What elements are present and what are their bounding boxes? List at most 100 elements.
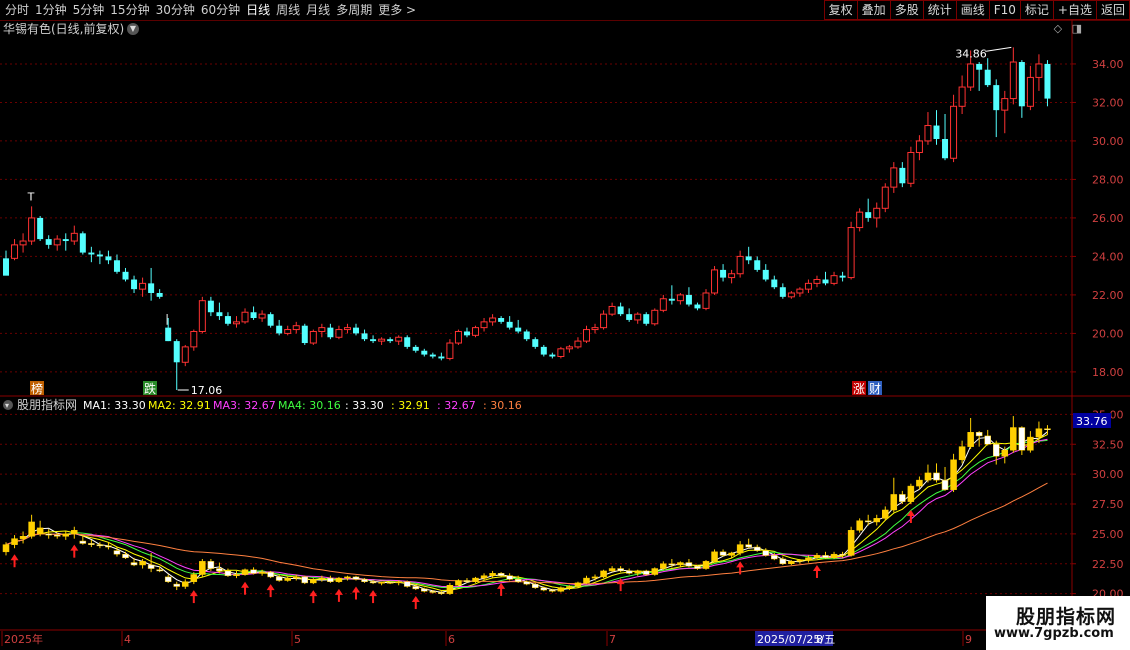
candle-body-up[interactable] [1026,76,1034,107]
candle-body-up[interactable] [608,305,616,315]
candle-body-up[interactable] [676,294,684,302]
indicator-candle-body[interactable] [702,561,710,569]
candle-body-down[interactable] [933,125,940,140]
candle-body-down[interactable] [62,239,69,242]
diamond-icon[interactable]: ◇ [1054,22,1062,35]
indicator-candle-body[interactable] [736,544,744,554]
indicator-candle-body[interactable] [984,435,991,445]
candle-body-up[interactable] [480,321,488,329]
candle-body-down[interactable] [173,341,180,363]
indicator-candle-body[interactable] [190,574,198,582]
candle-body-down[interactable] [839,275,846,278]
candle-body-down[interactable] [216,312,223,317]
candle-body-up[interactable] [565,346,573,350]
candle-body-up[interactable] [591,327,599,331]
candle-body-up[interactable] [395,336,403,342]
indicator-candle-body[interactable] [566,586,573,588]
indicator-candle-body[interactable] [386,582,394,584]
candle-body-up[interactable] [557,348,565,358]
candle-body-up[interactable] [454,330,462,344]
indicator-candle-body[interactable] [45,533,52,536]
indicator-candle-body[interactable] [711,551,718,562]
indicator-candle-body[interactable] [182,581,189,587]
indicator-candle-body[interactable] [489,573,496,576]
candle-body-down[interactable] [276,325,283,334]
candle-body-down[interactable] [96,254,103,257]
candle-body-up[interactable] [813,279,821,284]
indicator-candle-body[interactable] [275,576,283,581]
candle-body-down[interactable] [976,63,983,70]
candle-body-up[interactable] [967,63,975,88]
indicator-candle-body[interactable] [916,479,923,487]
indicator-candle-body[interactable] [318,577,326,580]
indicator-candle-body[interactable] [105,545,112,548]
indicator-candle-body[interactable] [796,559,804,562]
indicator-candle-body[interactable] [958,446,966,461]
indicator-candle-body[interactable] [301,576,309,584]
candle-body-up[interactable] [600,313,608,329]
candle-body-up[interactable] [830,275,838,284]
candle-body-down[interactable] [301,325,308,344]
indicator-candle-body[interactable] [745,544,752,548]
candle-body-down[interactable] [549,354,556,357]
indicator-candle-body[interactable] [557,587,565,592]
indicator-candle-body[interactable] [1035,428,1043,438]
indicator-candle-body[interactable] [967,432,974,447]
indicator-candle-body[interactable] [19,536,27,539]
indicator-candle-body[interactable] [830,553,838,559]
indicator-candle-body[interactable] [258,571,266,574]
candle-body-down[interactable] [754,260,761,270]
indicator-candle-body[interactable] [429,590,437,593]
candle-body-down[interactable] [327,327,334,338]
indicator-candle-body[interactable] [856,520,863,531]
candle-body-up[interactable] [292,325,300,331]
candle-body-down[interactable] [643,314,650,324]
indicator-candle-body[interactable] [395,581,402,584]
candle-body-down[interactable] [694,304,701,309]
candle-body-down[interactable] [387,339,394,342]
indicator-candle-body[interactable] [1010,427,1017,451]
indicator-candle-body[interactable] [975,432,983,437]
indicator-candle-body[interactable] [62,533,70,537]
candle-body-up[interactable] [378,338,386,342]
candle-body-up[interactable] [881,186,889,209]
candle-body-up[interactable] [190,330,198,348]
candle-body-up[interactable] [736,255,744,275]
chart-canvas[interactable]: 34.00 32.00 30.00 28.00 26.00 24.00 22.00 20.00… [0,0,1130,650]
candle-body-up[interactable] [181,346,189,363]
indicator-candle-body[interactable] [549,589,556,592]
candle-body-up[interactable] [472,327,480,336]
indicator-candle-body[interactable] [506,575,513,580]
indicator-candle-body[interactable] [625,570,633,574]
candle-body-down[interactable] [523,331,530,340]
indicator-candle-body[interactable] [335,577,343,582]
indicator-candle-body[interactable] [907,485,915,502]
indicator-candle-body[interactable] [847,530,855,556]
indicator-candle-body[interactable] [583,577,590,584]
indicator-candle-body[interactable] [71,530,78,535]
indicator-candle-body[interactable] [173,583,180,587]
candle-body-up[interactable] [582,329,590,342]
candle-body-up[interactable] [890,167,898,188]
candle-body-up[interactable] [1001,98,1009,111]
candle-body-up[interactable] [924,125,932,142]
indicator-candle-body[interactable] [514,579,522,582]
candle-body-down[interactable] [540,346,547,355]
indicator-candle-body[interactable] [164,576,172,582]
candle-body-up[interactable] [343,327,351,331]
candle-body-up[interactable] [574,340,582,348]
candle-body-down[interactable] [779,287,786,297]
candle-body-up[interactable] [847,227,855,279]
indicator-candle-body[interactable] [617,568,624,572]
indicator-candle-body[interactable] [805,557,812,561]
indicator-candle-body[interactable] [523,581,530,585]
indicator-candle-body[interactable] [2,544,10,553]
candle-body-down[interactable] [685,294,692,305]
indicator-candle-body[interactable] [540,587,548,591]
indicator-candle-body[interactable] [771,555,778,560]
indicator-candle-body[interactable] [36,527,44,535]
candle-body-up[interactable] [651,309,659,325]
indicator-candle-body[interactable] [438,592,445,594]
candle-body-down[interactable] [429,354,436,357]
indicator-candle-body[interactable] [216,568,223,572]
